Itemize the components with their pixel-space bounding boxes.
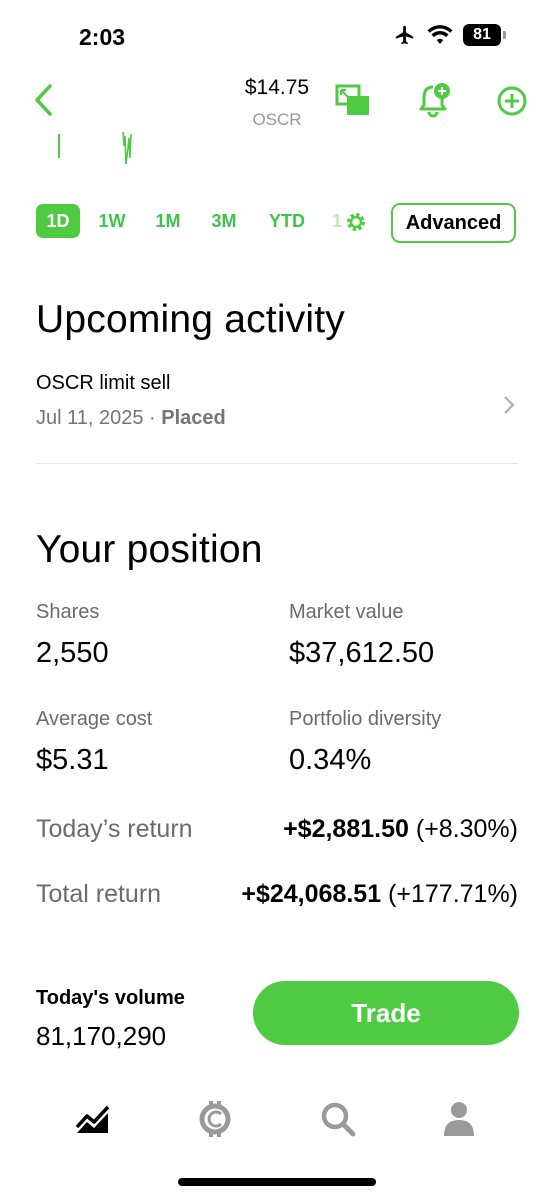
range-tab-ytd[interactable]: YTD (264, 204, 310, 238)
activity-item[interactable]: OSCR limit sell Jul 11, 2025 · Placed (36, 372, 518, 452)
home-indicator (178, 1178, 376, 1186)
advanced-button[interactable]: Advanced (391, 203, 516, 243)
total-return-value: +$24,068.51 (+177.71%) (241, 880, 518, 909)
add-circle-icon[interactable] (497, 86, 527, 116)
activity-title: OSCR limit sell (36, 372, 171, 394)
total-return-amount: +$24,068.51 (241, 880, 382, 908)
total-return-percent: (+177.71%) (381, 880, 518, 908)
range-tab-1y[interactable]: 1 (330, 204, 344, 238)
status-time: 2:03 (79, 24, 126, 50)
price-chart-sparkline (58, 131, 132, 165)
todays-return-percent: (+8.30%) (408, 815, 518, 843)
market-value-label: Market value (289, 601, 404, 623)
average-cost-label: Average cost (36, 708, 153, 730)
bottom-nav (0, 1094, 554, 1154)
activity-subtitle: Jul 11, 2025 · Placed (36, 407, 518, 430)
header-ticker: OSCR (252, 110, 302, 129)
total-return-label: Total return (36, 880, 162, 908)
nav-account[interactable] (434, 1094, 484, 1144)
shares-label: Shares (36, 601, 100, 623)
status-icons: 81 (393, 24, 506, 46)
todays-volume-label: Today's volume (36, 987, 185, 1009)
market-value: $37,612.50 (289, 637, 435, 669)
battery-level: 81 (463, 24, 501, 46)
activity-status: Placed (161, 407, 226, 429)
activity-separator: · (143, 407, 162, 429)
todays-volume-value: 81,170,290 (36, 1021, 167, 1051)
battery-tip (503, 31, 506, 39)
crypto-icon (199, 1101, 231, 1137)
portfolio-diversity-value: 0.34% (289, 744, 372, 776)
nav-crypto[interactable] (190, 1094, 240, 1144)
nav-investing[interactable] (68, 1094, 118, 1144)
chart-icon (75, 1105, 110, 1133)
activity-date: Jul 11, 2025 (36, 407, 144, 429)
upcoming-activity-heading: Upcoming activity (36, 298, 346, 341)
search-icon (321, 1102, 356, 1137)
gear-icon[interactable] (345, 211, 367, 233)
airplane-icon (395, 25, 414, 45)
your-position-heading: Your position (36, 528, 263, 571)
picture-in-picture-icon[interactable] (335, 84, 371, 118)
todays-return-label: Today’s return (36, 815, 193, 843)
trade-button[interactable]: Trade (253, 981, 519, 1045)
account-icon (444, 1102, 474, 1136)
portfolio-diversity-label: Portfolio diversity (289, 708, 442, 730)
average-cost-value: $5.31 (36, 744, 109, 776)
wifi-icon (427, 25, 453, 44)
range-tab-3m[interactable]: 3M (204, 204, 244, 238)
header-price: $14.75 (244, 76, 310, 99)
chevron-right-icon (504, 396, 515, 414)
range-tab-1w[interactable]: 1W (92, 204, 132, 238)
shares-value: 2,550 (36, 637, 109, 669)
battery-indicator: 81 (463, 24, 506, 46)
status-bar: 2:03 81 (0, 0, 554, 70)
range-tab-1m[interactable]: 1M (148, 204, 188, 238)
todays-return-value: +$2,881.50 (+8.30%) (283, 815, 518, 844)
bell-add-icon[interactable] (418, 82, 452, 118)
todays-return-amount: +$2,881.50 (283, 815, 409, 843)
nav-search[interactable] (313, 1094, 363, 1144)
range-tab-1d[interactable]: 1D (36, 204, 80, 238)
divider (36, 463, 518, 464)
